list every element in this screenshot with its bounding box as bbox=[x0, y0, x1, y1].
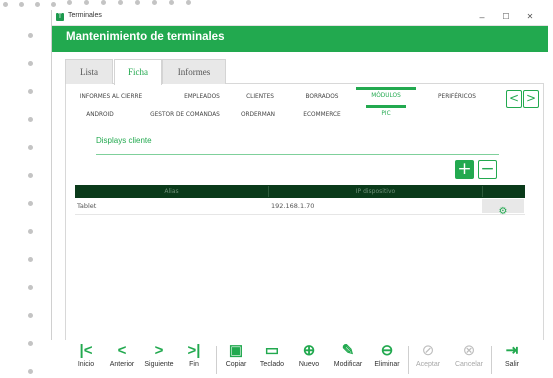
subtab-orderman[interactable]: ORDERMAN bbox=[228, 108, 288, 122]
new-button[interactable]: ⊕ Nuevo bbox=[295, 340, 323, 378]
first-icon: |< bbox=[79, 342, 93, 359]
delete-button[interactable]: ⊖ Eliminar bbox=[369, 340, 405, 378]
first-record-button[interactable]: |< Inicio bbox=[73, 340, 99, 378]
exit-icon: ⇥ bbox=[505, 342, 519, 359]
tabs-prev-button[interactable]: < bbox=[506, 90, 522, 108]
table-row[interactable]: Tablet 192.168.1.70 ⚙ bbox=[75, 198, 525, 217]
subtab-informes-al-cierre[interactable]: INFORMES AL CIERRE bbox=[74, 90, 148, 104]
page-header: Mantenimiento de terminales bbox=[52, 26, 548, 52]
edit-icon: ✎ bbox=[341, 342, 355, 359]
section-title: Displays cliente bbox=[96, 136, 152, 145]
subtab-clientes[interactable]: CLIENTES bbox=[230, 90, 290, 104]
subtab-gestor-de-comandas[interactable]: GESTOR DE COMANDAS bbox=[145, 108, 225, 122]
minimize-button[interactable]: – bbox=[472, 11, 492, 23]
column-header-alias[interactable]: Alias bbox=[75, 185, 268, 198]
subtab-ecommerce[interactable]: ECOMMERCE bbox=[292, 108, 352, 122]
bottom-toolbar: |< Inicio < Anterior > Siguiente >| Fin … bbox=[51, 340, 547, 378]
subtab-modulos[interactable]: MÓDULOS bbox=[356, 87, 416, 104]
section-divider bbox=[96, 154, 499, 155]
table-header: Alias IP dispositivo bbox=[75, 185, 525, 198]
toolbar-divider bbox=[408, 346, 409, 374]
ficha-panel bbox=[65, 83, 544, 347]
tab-lista[interactable]: Lista bbox=[65, 59, 113, 84]
page-title: Mantenimiento de terminales bbox=[66, 31, 225, 43]
gear-icon: ⚙ bbox=[498, 206, 508, 217]
close-button[interactable]: ✕ bbox=[520, 11, 540, 23]
subtab-android[interactable]: ANDROID bbox=[74, 108, 126, 122]
subtab-empleados[interactable]: EMPLEADOS bbox=[172, 90, 232, 104]
cell-alias: Tablet bbox=[77, 202, 97, 210]
app-icon: T bbox=[56, 13, 64, 21]
next-icon: > bbox=[154, 342, 164, 359]
remove-display-button[interactable]: − bbox=[478, 160, 497, 179]
copy-button[interactable]: ▣ Copiar bbox=[223, 340, 249, 378]
last-record-button[interactable]: >| Fin bbox=[183, 340, 205, 378]
new-icon: ⊕ bbox=[302, 342, 316, 359]
toolbar-divider bbox=[491, 346, 492, 374]
cell-ip: 192.168.1.70 bbox=[271, 202, 315, 210]
next-record-button[interactable]: > Siguiente bbox=[140, 340, 178, 378]
accept-icon: ⊘ bbox=[421, 342, 435, 359]
dotted-border-left bbox=[0, 0, 50, 378]
subtab-pic[interactable]: PIC bbox=[366, 105, 406, 122]
subtab-perifericos[interactable]: PERIFÉRICOS bbox=[417, 90, 497, 104]
add-display-button[interactable]: + bbox=[455, 160, 474, 179]
keyboard-icon: ▭ bbox=[264, 342, 280, 359]
delete-icon: ⊖ bbox=[380, 342, 394, 359]
copy-icon: ▣ bbox=[228, 342, 244, 359]
accept-button[interactable]: ⊘ Aceptar bbox=[411, 340, 445, 378]
window-title: Terminales bbox=[68, 12, 102, 19]
column-header-ip[interactable]: IP dispositivo bbox=[269, 185, 482, 198]
exit-button[interactable]: ⇥ Salir bbox=[500, 340, 524, 378]
column-divider bbox=[482, 186, 483, 197]
subtab-borrados[interactable]: BORRADOS bbox=[292, 90, 352, 104]
cancel-button[interactable]: ⊗ Cancelar bbox=[451, 340, 487, 378]
keyboard-button[interactable]: ▭ Teclado bbox=[256, 340, 288, 378]
row-settings-button[interactable]: ⚙ bbox=[482, 199, 524, 217]
maximize-button[interactable]: ☐ bbox=[496, 11, 516, 23]
dotted-border-top bbox=[0, 0, 553, 10]
tab-informes[interactable]: Informes bbox=[162, 59, 226, 84]
prev-icon: < bbox=[117, 342, 127, 359]
toolbar-divider bbox=[216, 346, 217, 374]
previous-record-button[interactable]: < Anterior bbox=[106, 340, 138, 378]
cancel-icon: ⊗ bbox=[462, 342, 476, 359]
modify-button[interactable]: ✎ Modificar bbox=[328, 340, 368, 378]
tab-ficha[interactable]: Ficha bbox=[114, 59, 162, 85]
last-icon: >| bbox=[187, 342, 201, 359]
tabs-next-button[interactable]: > bbox=[523, 90, 539, 108]
title-bar: T Terminales – ☐ ✕ bbox=[52, 10, 548, 26]
